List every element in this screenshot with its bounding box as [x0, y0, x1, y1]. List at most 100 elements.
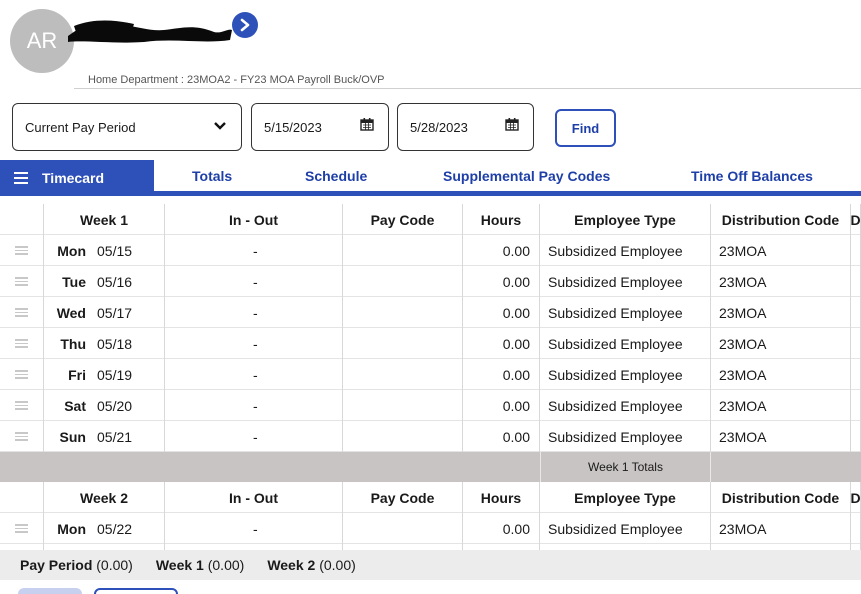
- col-truncated[interactable]: D: [850, 482, 861, 513]
- drag-handle-icon[interactable]: [15, 308, 28, 317]
- drag-handle-icon[interactable]: [15, 277, 28, 286]
- timecard-row[interactable]: Sun 05/21 - 0.00 Subsidized Employee 23MOA: [0, 421, 861, 452]
- hours-cell[interactable]: 0.00: [463, 235, 540, 266]
- drag-handle-icon[interactable]: [15, 432, 28, 441]
- timecard-row[interactable]: Mon 05/22 - 0.00 Subsidized Employee 23MOA: [0, 513, 861, 544]
- hours-cell[interactable]: 0.00: [463, 359, 540, 390]
- drag-handle-cell[interactable]: [0, 266, 44, 297]
- week2-total-label: Week 2: [267, 557, 316, 573]
- pay-period-select[interactable]: Current Pay Period: [12, 103, 242, 151]
- hours-cell[interactable]: 0.00: [463, 297, 540, 328]
- hours-cell[interactable]: 0.00: [463, 421, 540, 452]
- drag-handle-icon[interactable]: [15, 401, 28, 410]
- col-truncated[interactable]: D: [850, 204, 861, 235]
- hours-cell[interactable]: 0.00: [463, 328, 540, 359]
- col-employee-type[interactable]: Employee Type: [540, 482, 711, 513]
- day-date: 05/18: [97, 335, 133, 352]
- tab-supplemental-pay-codes[interactable]: Supplemental Pay Codes: [443, 160, 610, 192]
- timecard-row[interactable]: Thu 05/18 - 0.00 Subsidized Employee 23MOA: [0, 328, 861, 359]
- employee-type-cell[interactable]: Subsidized Employee: [540, 390, 711, 421]
- pay-code-cell[interactable]: [343, 359, 463, 390]
- truncated-cell: [851, 328, 861, 359]
- drag-handle-icon[interactable]: [15, 339, 28, 348]
- in-out-cell[interactable]: -: [165, 328, 343, 359]
- drag-handle-icon[interactable]: [15, 370, 28, 379]
- find-button[interactable]: Find: [555, 109, 616, 147]
- drag-handle-cell[interactable]: [0, 390, 44, 421]
- col-distribution-code[interactable]: Distribution Code: [711, 482, 851, 513]
- drag-handle-cell[interactable]: [0, 235, 44, 266]
- pay-code-cell[interactable]: [343, 297, 463, 328]
- drag-handle-cell[interactable]: [0, 421, 44, 452]
- timecard-row[interactable]: Sat 05/20 - 0.00 Subsidized Employee 23MOA: [0, 390, 861, 421]
- in-out-cell[interactable]: -: [165, 421, 343, 452]
- in-out-cell[interactable]: -: [165, 359, 343, 390]
- pay-code-cell[interactable]: [343, 513, 463, 544]
- drag-handle-cell[interactable]: [0, 328, 44, 359]
- pay-code-cell[interactable]: [343, 390, 463, 421]
- secondary-button-partial[interactable]: [94, 588, 178, 594]
- distribution-code-cell[interactable]: 23MOA: [711, 359, 851, 390]
- col-pay-code[interactable]: Pay Code: [343, 204, 463, 235]
- hours-cell[interactable]: 0.00: [463, 390, 540, 421]
- drag-handle-cell[interactable]: [0, 297, 44, 328]
- tab-totals[interactable]: Totals: [192, 160, 232, 192]
- employee-type-cell[interactable]: Subsidized Employee: [540, 235, 711, 266]
- drag-handle-icon[interactable]: [15, 246, 28, 255]
- hours-cell[interactable]: 0.00: [463, 266, 540, 297]
- save-button-partial[interactable]: [18, 588, 82, 594]
- in-out-cell[interactable]: -: [165, 266, 343, 297]
- col-in-out[interactable]: In - Out: [165, 482, 343, 513]
- timecard-row[interactable]: Wed 05/17 - 0.00 Subsidized Employee 23MOA: [0, 297, 861, 328]
- distribution-code-cell[interactable]: 23MOA: [711, 235, 851, 266]
- timecard-row[interactable]: Tue 05/16 - 0.00 Subsidized Employee 23MOA: [0, 266, 861, 297]
- week1-header-row: Week 1 In - Out Pay Code Hours Employee …: [0, 204, 861, 235]
- employee-type-cell[interactable]: Subsidized Employee: [540, 513, 711, 544]
- timecard-row[interactable]: Mon 05/15 - 0.00 Subsidized Employee 23MOA: [0, 235, 861, 266]
- week2-header-row: Week 2 In - Out Pay Code Hours Employee …: [0, 482, 861, 513]
- tab-timecard[interactable]: Timecard: [0, 160, 154, 196]
- avatar-initials: AR: [26, 28, 58, 53]
- employee-type-cell[interactable]: Subsidized Employee: [540, 328, 711, 359]
- in-out-cell[interactable]: -: [165, 235, 343, 266]
- col-employee-type[interactable]: Employee Type: [540, 204, 711, 235]
- next-employee-button[interactable]: [232, 12, 258, 38]
- drag-handle-icon[interactable]: [15, 524, 28, 533]
- timecard-row[interactable]: Fri 05/19 - 0.00 Subsidized Employee 23MOA: [0, 359, 861, 390]
- distribution-code-cell[interactable]: 23MOA: [711, 421, 851, 452]
- distribution-code-cell[interactable]: 23MOA: [711, 513, 851, 544]
- distribution-code-cell[interactable]: 23MOA: [711, 266, 851, 297]
- employee-type-cell[interactable]: Subsidized Employee: [540, 266, 711, 297]
- col-in-out[interactable]: In - Out: [165, 204, 343, 235]
- end-date-field[interactable]: 5/28/2023: [397, 103, 534, 151]
- calendar-icon[interactable]: [505, 117, 519, 131]
- tab-timecard-label: Timecard: [42, 170, 104, 186]
- start-date-field[interactable]: 5/15/2023: [251, 103, 389, 151]
- drag-handle-cell[interactable]: [0, 513, 44, 544]
- in-out-cell[interactable]: -: [165, 297, 343, 328]
- col-distribution-code[interactable]: Distribution Code: [711, 204, 851, 235]
- pay-period-total: Pay Period (0.00): [20, 557, 133, 573]
- in-out-cell[interactable]: -: [165, 390, 343, 421]
- tab-time-off-balances[interactable]: Time Off Balances: [691, 160, 813, 192]
- employee-type-cell[interactable]: Subsidized Employee: [540, 297, 711, 328]
- col-pay-code[interactable]: Pay Code: [343, 482, 463, 513]
- hours-cell[interactable]: 0.00: [463, 513, 540, 544]
- pay-code-cell[interactable]: [343, 328, 463, 359]
- calendar-icon[interactable]: [360, 117, 374, 131]
- distribution-code-cell[interactable]: 23MOA: [711, 328, 851, 359]
- pay-code-cell[interactable]: [343, 266, 463, 297]
- hamburger-menu-icon[interactable]: [14, 172, 28, 184]
- in-out-cell[interactable]: -: [165, 513, 343, 544]
- col-hours[interactable]: Hours: [463, 204, 540, 235]
- distribution-code-cell[interactable]: 23MOA: [711, 297, 851, 328]
- distribution-code-cell[interactable]: 23MOA: [711, 390, 851, 421]
- day-date: 05/21: [97, 428, 133, 445]
- employee-type-cell[interactable]: Subsidized Employee: [540, 359, 711, 390]
- tab-schedule[interactable]: Schedule: [305, 160, 367, 192]
- pay-code-cell[interactable]: [343, 421, 463, 452]
- pay-code-cell[interactable]: [343, 235, 463, 266]
- employee-type-cell[interactable]: Subsidized Employee: [540, 421, 711, 452]
- drag-handle-cell[interactable]: [0, 359, 44, 390]
- col-hours[interactable]: Hours: [463, 482, 540, 513]
